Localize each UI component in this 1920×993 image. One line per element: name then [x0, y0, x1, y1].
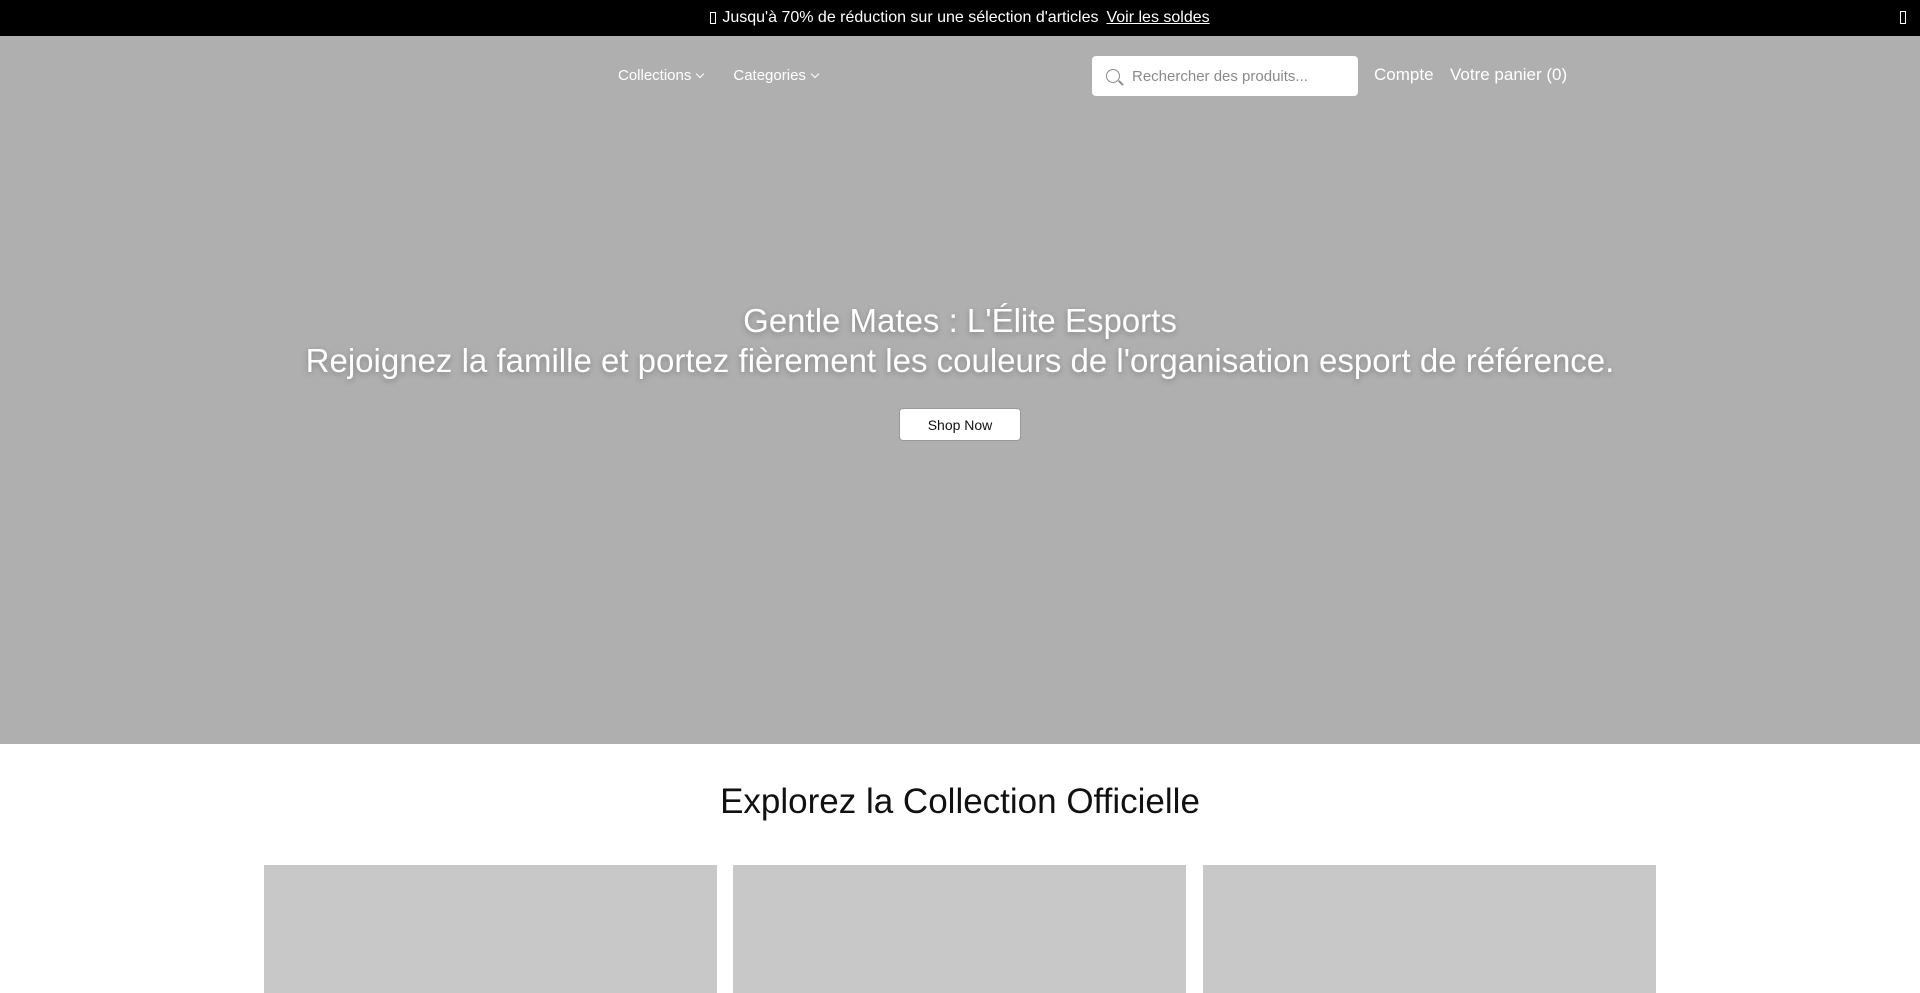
announcement-bar: Jusqu'à 70% de réduction sur une sélecti…	[0, 0, 1920, 36]
nav-label: Collections	[618, 67, 692, 84]
close-icon[interactable]	[1900, 11, 1906, 24]
hero-banner	[0, 36, 1920, 744]
hero-title: Gentle Mates : L'Élite Esports	[743, 302, 1177, 339]
section-title: Explorez la Collection Officielle	[720, 782, 1200, 821]
search-input[interactable]: Rechercher des produits...	[1092, 56, 1358, 96]
collection-card[interactable]	[264, 865, 717, 993]
main-nav: Collections Categories	[618, 67, 820, 84]
collection-card[interactable]	[733, 865, 1186, 993]
account-link[interactable]: Compte	[1374, 65, 1434, 85]
search-placeholder: Rechercher des produits...	[1132, 67, 1308, 85]
announcement-text: Jusqu'à 70% de réduction sur une sélecti…	[722, 9, 1099, 26]
sale-link[interactable]: Voir les soldes	[1106, 9, 1209, 27]
chevron-down-icon	[696, 69, 705, 79]
nav-collections[interactable]: Collections	[618, 67, 705, 84]
nav-label: Categories	[733, 67, 806, 84]
nav-categories[interactable]: Categories	[733, 67, 820, 84]
hero-subtitle: Rejoignez la famille et portez fièrement…	[305, 342, 1615, 379]
search-icon	[1106, 69, 1120, 83]
collection-card[interactable]	[1203, 865, 1656, 993]
chevron-down-icon	[810, 69, 820, 79]
shop-now-button[interactable]: Shop Now	[899, 408, 1021, 441]
cart-link[interactable]: Votre panier (0)	[1450, 65, 1567, 85]
gift-icon	[710, 12, 717, 24]
